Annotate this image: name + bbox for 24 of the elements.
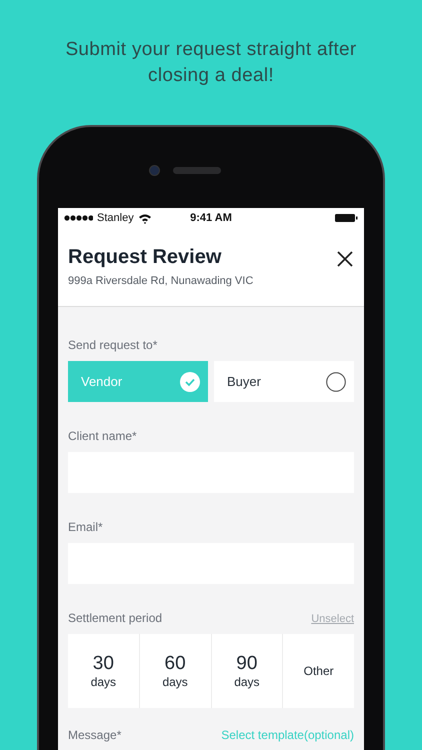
battery-icon [335, 214, 358, 222]
speaker-grille [173, 167, 221, 174]
camera-icon [149, 165, 160, 176]
status-time: 9:41 AM [189, 212, 233, 224]
radio-icon [326, 372, 346, 392]
checked-icon [180, 372, 200, 392]
headline: Submit your request straight after closing a deal! [64, 38, 358, 88]
field-label: Send request to* [68, 338, 158, 352]
period-option[interactable]: 30 days [68, 634, 139, 708]
address-subtitle: 999a Riversdale Rd, Nunawading VIC [68, 275, 254, 287]
field-label: Message* [68, 728, 122, 742]
field-label: Email* [68, 520, 104, 534]
close-icon [337, 251, 353, 267]
recipient-option[interactable]: Buyer [214, 361, 354, 402]
field-label: Client name* [68, 429, 138, 443]
screen-title: Request Review [68, 246, 222, 269]
signal-icon [64, 214, 93, 222]
carrier-name: Stanley [97, 212, 134, 224]
period-option[interactable]: 60 days [140, 634, 210, 708]
field-label: Settlement period [68, 611, 162, 625]
close-button[interactable] [337, 251, 353, 267]
wifi-icon [138, 212, 152, 224]
period-option[interactable]: 90 days [212, 634, 282, 708]
period-option[interactable]: Other [283, 634, 354, 708]
